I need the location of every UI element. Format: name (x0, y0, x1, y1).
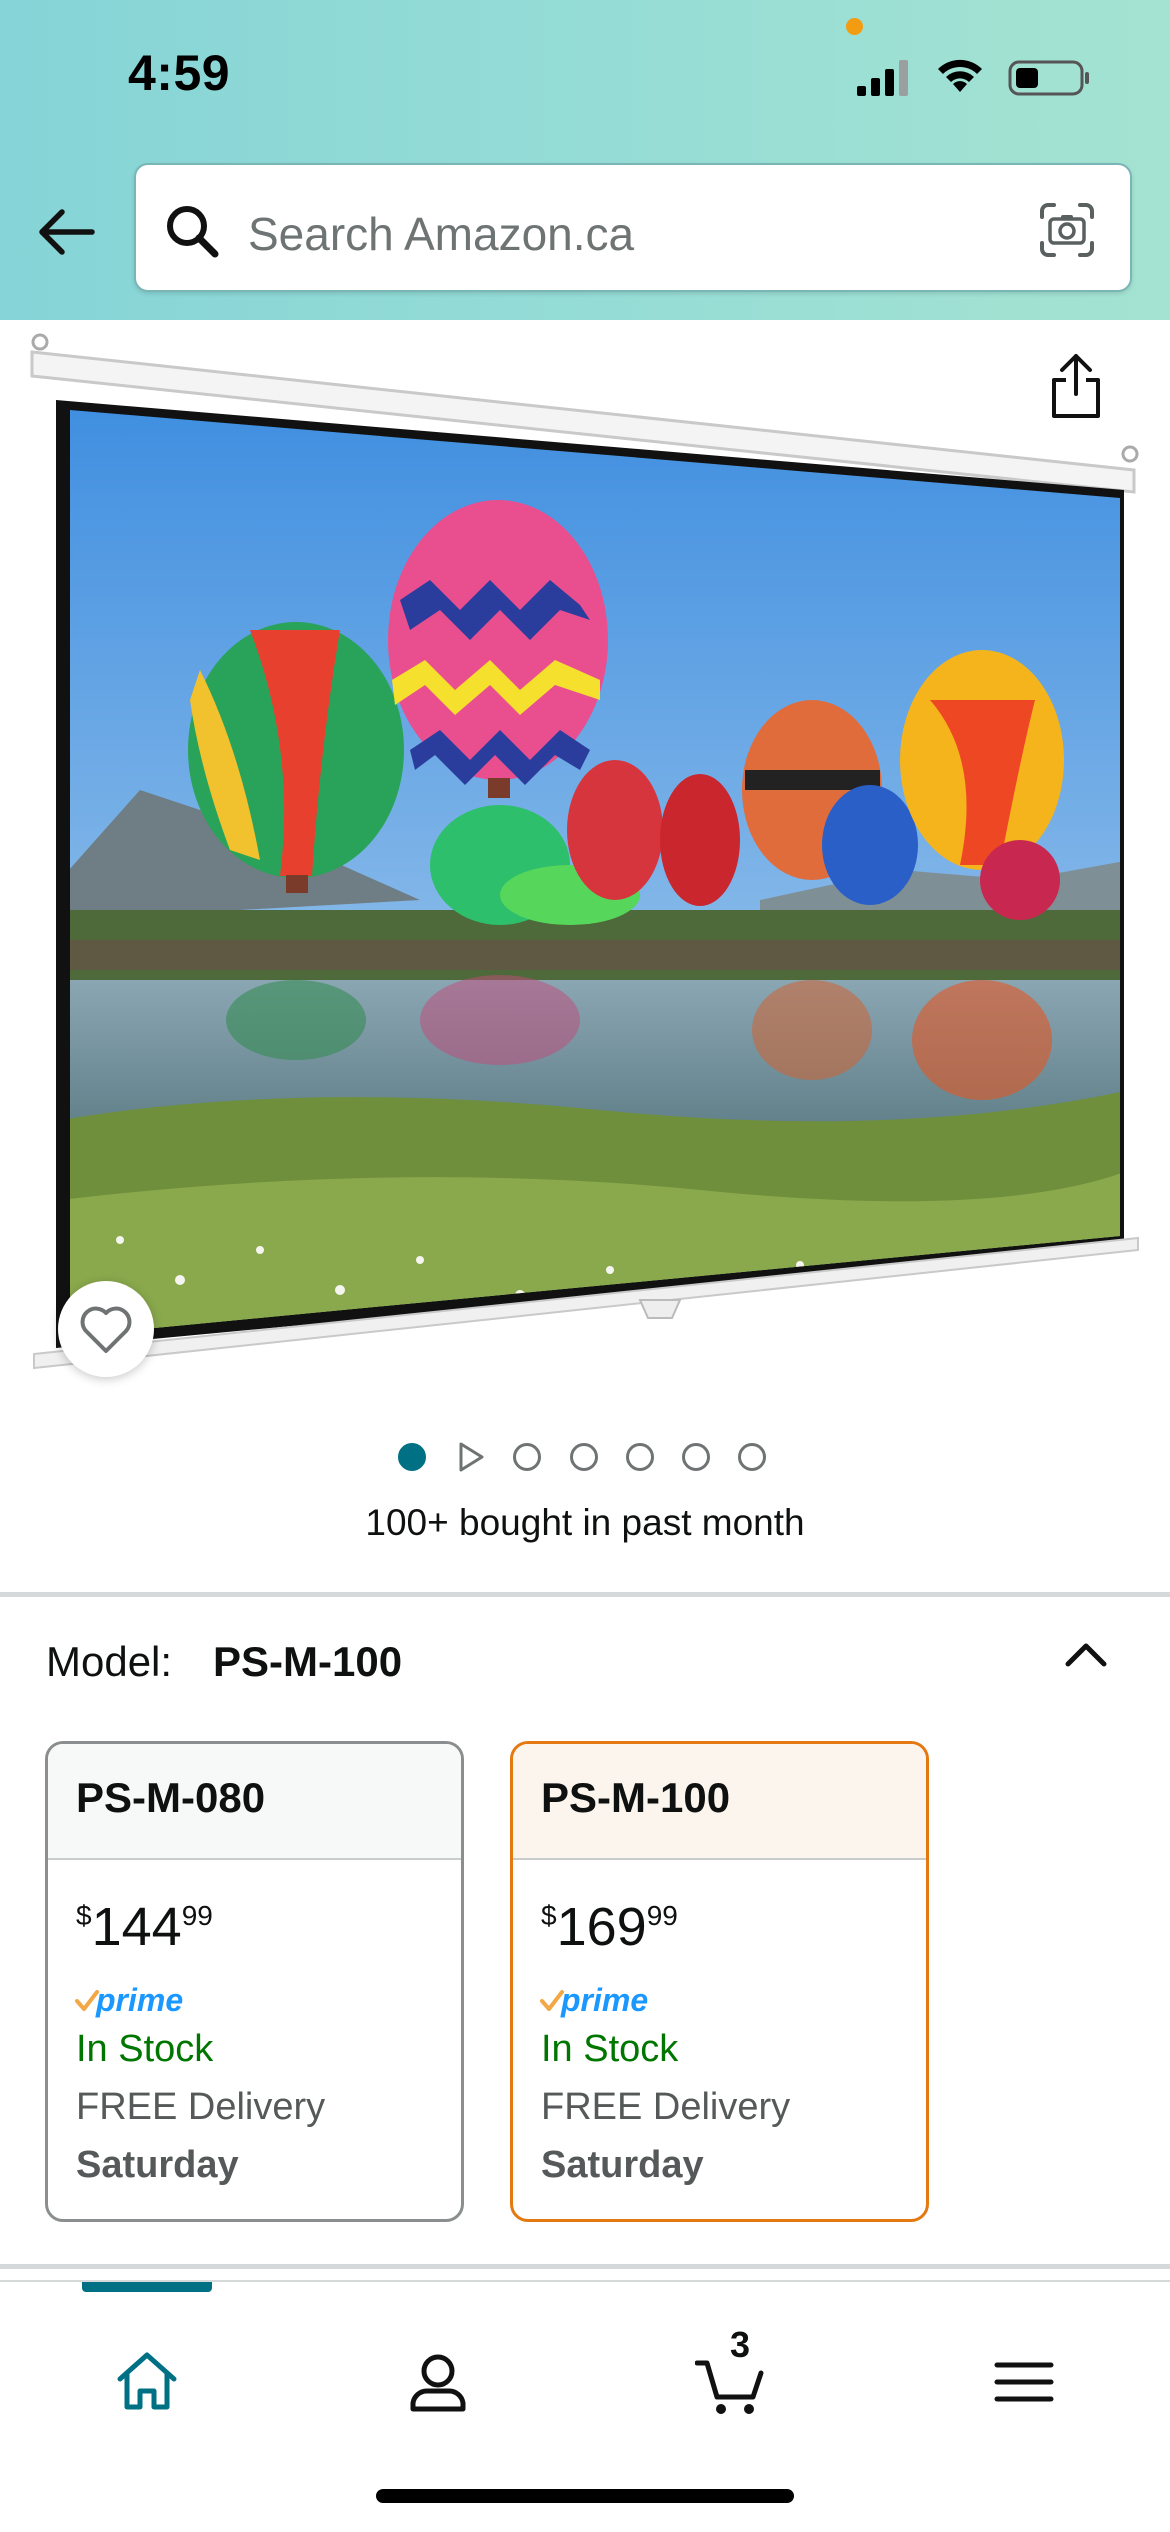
section-divider (0, 2264, 1170, 2269)
model-option-name: PS-M-080 (48, 1744, 461, 1860)
battery-icon (1008, 60, 1089, 96)
cart-count-badge: 3 (730, 2324, 751, 2365)
video-play-icon[interactable] (456, 1441, 486, 1473)
model-option-price: $14499 (76, 1897, 213, 1957)
prime-badge: prime (74, 1982, 214, 2022)
wifi-icon (938, 59, 982, 92)
model-option-ps-m-100[interactable]: PS-M-100 $16999 prime In Stock FREE Deli… (510, 1741, 929, 2222)
stock-status: In Stock (76, 2028, 214, 2070)
carousel-dot-1[interactable] (398, 1443, 426, 1471)
product-image[interactable] (0, 320, 1170, 1390)
stock-status: In Stock (541, 2028, 679, 2070)
header: 4:59 Search Amazon.ca (0, 0, 1170, 320)
carousel-dot-3[interactable] (513, 1443, 541, 1471)
model-option-price: $16999 (541, 1897, 678, 1957)
nav-account[interactable] (378, 2322, 498, 2442)
search-placeholder: Search Amazon.ca (248, 208, 635, 260)
status-time: 4:59 (128, 45, 231, 101)
chevron-up-icon[interactable] (1062, 1640, 1110, 1670)
carousel-dot-4[interactable] (570, 1443, 598, 1471)
nav-home[interactable] (87, 2322, 207, 2442)
search-input[interactable]: Search Amazon.ca (134, 163, 1132, 292)
camera-search-icon[interactable] (1038, 201, 1096, 259)
delivery-day: Saturday (76, 2144, 239, 2186)
model-label: Model: (46, 1638, 173, 1685)
delivery-day: Saturday (541, 2144, 704, 2186)
privacy-indicator-dot (846, 18, 863, 35)
back-arrow-icon[interactable] (34, 200, 98, 264)
home-icon (117, 2352, 177, 2410)
carousel-dot-6[interactable] (682, 1443, 710, 1471)
home-indicator-bar (376, 2489, 794, 2503)
model-option-name: PS-M-100 (513, 1744, 926, 1860)
model-option-ps-m-080[interactable]: PS-M-080 $14499 prime In Stock FREE Deli… (45, 1741, 464, 2222)
section-divider (0, 1592, 1170, 1597)
nav-active-indicator (82, 2282, 212, 2292)
carousel-dot-5[interactable] (626, 1443, 654, 1471)
cellular-signal-icon (857, 60, 908, 96)
search-icon (167, 206, 219, 258)
bought-past-month: 100+ bought in past month (365, 1502, 805, 1543)
delivery-text: FREE Delivery (76, 2086, 326, 2128)
prime-badge: prime (539, 1982, 679, 2022)
share-icon[interactable] (1048, 350, 1104, 422)
account-icon (410, 2354, 466, 2412)
model-selected-value: PS-M-100 (213, 1638, 403, 1685)
menu-icon (994, 2362, 1054, 2402)
nav-menu[interactable] (964, 2322, 1084, 2442)
wishlist-button[interactable] (58, 1281, 154, 1377)
heart-icon (80, 1306, 132, 1353)
carousel-dot-7[interactable] (738, 1443, 766, 1471)
delivery-text: FREE Delivery (541, 2086, 791, 2128)
image-carousel-dots (398, 1441, 778, 1473)
